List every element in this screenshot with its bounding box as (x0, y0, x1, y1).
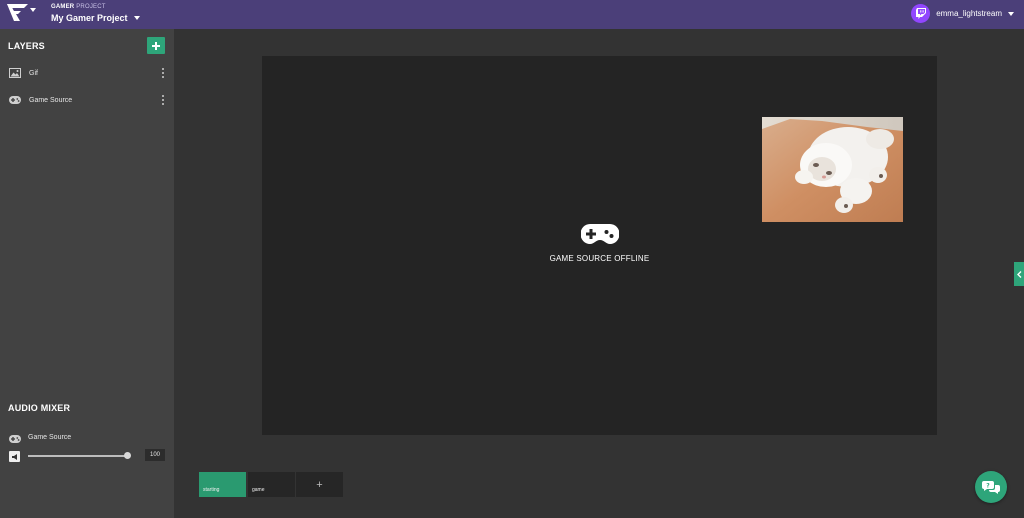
add-scene-button[interactable]: + (296, 472, 343, 497)
speaker-icon (11, 453, 17, 460)
scene-game[interactable]: game (248, 472, 295, 497)
caret-down-icon (133, 16, 140, 20)
image-icon (9, 68, 21, 78)
audio-source-label: Game Source (28, 434, 72, 441)
user-menu[interactable]: emma_lightstream (911, 4, 1014, 23)
layer-label: Gif (29, 69, 38, 77)
svg-text:?: ? (986, 482, 990, 489)
chevron-left-icon (1016, 270, 1021, 278)
expand-panel-button[interactable] (1014, 262, 1024, 286)
scene-starting[interactable]: starting (199, 472, 246, 497)
preview-canvas[interactable]: GAME SOURCE OFFLINE (262, 56, 937, 435)
project-kicker: GAMER PROJECT (51, 4, 106, 10)
lightstream-logo-icon (7, 4, 28, 21)
chat-help-icon: ? (982, 480, 1000, 494)
layer-item-gif[interactable]: Gif (0, 63, 174, 83)
volume-value[interactable]: 100 (145, 449, 165, 461)
avatar (911, 4, 931, 23)
scene-label: starting (203, 487, 220, 493)
app-menu-button[interactable] (7, 4, 36, 22)
project-name-dropdown[interactable]: My Gamer Project (51, 13, 140, 23)
layers-title: LAYERS (8, 41, 45, 51)
volume-fill (28, 455, 127, 457)
cat-image (762, 117, 903, 222)
layer-options-button[interactable] (159, 94, 167, 106)
top-bar: GAMER PROJECT My Gamer Project emma_ligh… (0, 0, 1024, 29)
gamepad-icon (9, 96, 21, 104)
dot (162, 68, 164, 70)
volume-slider-thumb[interactable] (124, 452, 131, 459)
dot (162, 103, 164, 105)
dot (162, 76, 164, 78)
offline-label: GAME SOURCE OFFLINE (549, 254, 650, 263)
gamepad-icon (580, 224, 619, 244)
gif-layer-cat-image[interactable] (762, 117, 903, 222)
username: emma_lightstream (936, 9, 1002, 18)
project-name: My Gamer Project (51, 13, 128, 23)
caret-down-icon (30, 8, 36, 12)
twitch-icon (915, 8, 926, 19)
layer-label: Game Source (29, 96, 73, 104)
audio-mixer-title: AUDIO MIXER (8, 403, 71, 413)
sidebar: LAYERS Gif Game Source AUDIO MIXER Game … (0, 29, 174, 518)
gamepad-icon (9, 435, 21, 443)
volume-slider[interactable] (28, 452, 131, 459)
caret-down-icon (1008, 11, 1014, 16)
add-layer-button[interactable] (147, 37, 165, 54)
dot (162, 99, 164, 101)
plus-icon (152, 41, 160, 50)
layer-item-game-source[interactable]: Game Source (0, 90, 174, 110)
mute-button[interactable] (9, 451, 20, 462)
project-selector: GAMER PROJECT My Gamer Project (51, 4, 140, 23)
game-source-offline: GAME SOURCE OFFLINE (262, 224, 937, 263)
layer-options-button[interactable] (159, 67, 167, 79)
dot (162, 95, 164, 97)
dot (162, 72, 164, 74)
chat-support-button[interactable]: ? (975, 471, 1007, 503)
plus-icon: + (316, 478, 323, 491)
scene-label: game (252, 487, 265, 493)
